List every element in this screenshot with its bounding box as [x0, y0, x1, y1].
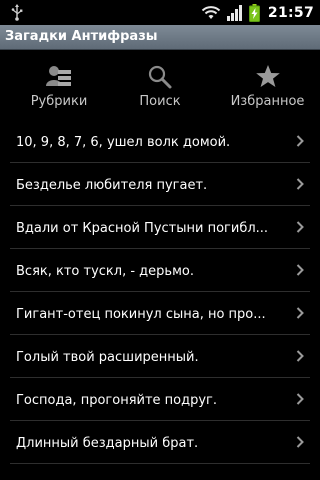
search-icon: [148, 65, 172, 89]
list-item[interactable]: Вдали от Красной Пустыни погибл...: [0, 206, 320, 249]
wifi-icon: [201, 5, 221, 19]
clock: 21:57: [267, 4, 314, 21]
status-bar: 21:57: [0, 0, 320, 25]
chevron-right-icon: [296, 221, 304, 233]
chevron-right-icon: [296, 436, 304, 448]
chevron-right-icon: [296, 264, 304, 276]
tab-label: Рубрики: [30, 94, 88, 109]
tab-label: Поиск: [139, 94, 181, 109]
tab-favorites[interactable]: Избранное: [215, 51, 320, 118]
list-item[interactable]: Всяк, кто тускл, - дерьмо.: [0, 249, 320, 292]
tab-search[interactable]: Поиск: [110, 51, 210, 118]
chevron-right-icon: [296, 178, 304, 190]
list-item-text: Всяк, кто тускл, - дерьмо.: [16, 264, 194, 279]
title-bar: Загадки Антифразы: [0, 25, 320, 50]
list-item-text: Вдали от Красной Пустыни погибл...: [16, 221, 269, 236]
star-icon: [255, 65, 280, 87]
app-title: Загадки Антифразы: [5, 29, 158, 44]
tab-label: Избранное: [230, 94, 305, 109]
tab-bar: Рубрики Поиск Избранное: [0, 51, 320, 118]
signal-icon: [226, 4, 242, 21]
list-item[interactable]: Голый твой расширенный.: [0, 335, 320, 378]
list-item-text: Господа, прогоняйте подруг.: [16, 393, 218, 408]
list-item-text: Гигант-отец покинул сына, но про...: [16, 307, 266, 322]
list-item-text: Голый твой расширенный.: [16, 350, 199, 365]
chevron-right-icon: [296, 393, 304, 405]
tab-categories[interactable]: Рубрики: [0, 51, 118, 118]
chevron-right-icon: [296, 307, 304, 319]
list-item-text: Длинный бездарный брат.: [16, 436, 199, 451]
list-item[interactable]: Гигант-отец покинул сына, но про...: [0, 292, 320, 335]
categories-icon: [46, 66, 71, 86]
divider: [10, 463, 310, 464]
list-item-text: 10, 9, 8, 7, 6, ушел волк домой.: [16, 135, 231, 150]
list-item[interactable]: Длинный бездарный брат.: [0, 421, 320, 464]
battery-charging-icon: [248, 3, 260, 22]
riddle-list: 10, 9, 8, 7, 6, ушел волк домой. Бездель…: [0, 120, 320, 464]
list-item[interactable]: Безделье любителя пугает.: [0, 163, 320, 206]
chevron-right-icon: [296, 350, 304, 362]
list-item-text: Безделье любителя пугает.: [16, 178, 208, 193]
usb-icon: [11, 4, 23, 21]
list-item[interactable]: 10, 9, 8, 7, 6, ушел волк домой.: [0, 120, 320, 163]
list-item[interactable]: Господа, прогоняйте подруг.: [0, 378, 320, 421]
chevron-right-icon: [296, 135, 304, 147]
